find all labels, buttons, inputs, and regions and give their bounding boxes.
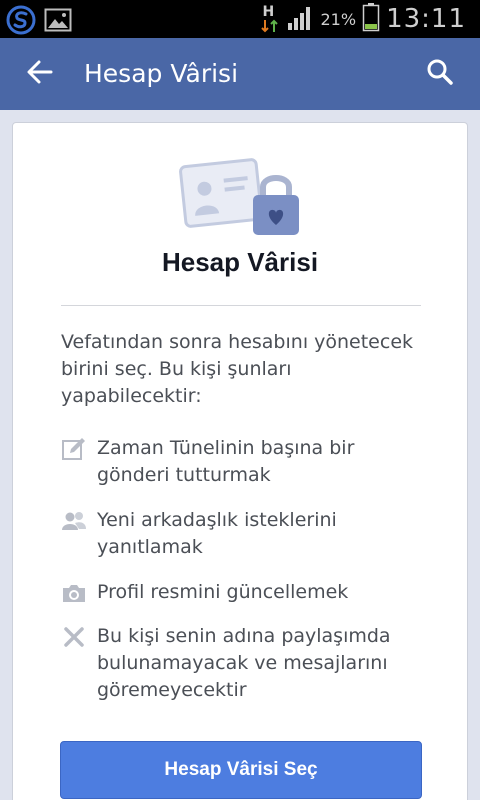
- feature-text: Profil resmini güncellemek: [97, 581, 349, 603]
- friends-icon: [61, 508, 87, 534]
- gallery-icon: [44, 7, 72, 37]
- choose-legacy-contact-button[interactable]: Hesap Vârisi Seç: [60, 741, 422, 799]
- signal-icon: [287, 3, 315, 35]
- battery-icon: [362, 2, 380, 36]
- feature-item: Yeni arkadaşlık isteklerini yanıtlamak: [61, 507, 431, 561]
- feature-text: Bu kişi senin adına paylaşımda bulunamay…: [97, 625, 391, 701]
- search-button[interactable]: [420, 54, 460, 94]
- search-icon: [426, 58, 454, 90]
- clock: 13:11: [386, 4, 466, 34]
- feature-text: Yeni arkadaşlık isteklerini yanıtlamak: [97, 509, 337, 558]
- x-icon: [61, 624, 87, 650]
- back-button[interactable]: [18, 54, 62, 94]
- edit-icon: [61, 436, 87, 462]
- legacy-contact-card: Hesap Vârisi Vefatından sonra hesabını y…: [12, 122, 468, 800]
- arrow-left-icon: [26, 58, 54, 90]
- app-bar: Hesap Vârisi: [0, 38, 480, 110]
- feature-item: Zaman Tünelinin başına bir gönderi tuttu…: [61, 435, 431, 489]
- divider: [61, 305, 421, 306]
- app-s-icon: [6, 5, 36, 39]
- battery-percent: 21%: [320, 9, 357, 29]
- legacy-contact-illustration-icon: [177, 155, 307, 241]
- card-title: Hesap Vârisi: [161, 247, 319, 277]
- feature-item: Bu kişi senin adına paylaşımda bulunamay…: [61, 623, 431, 704]
- feature-item: Profil resmini güncellemek: [61, 579, 431, 606]
- feature-text: Zaman Tünelinin başına bir gönderi tuttu…: [97, 437, 355, 486]
- intro-text: Vefatından sonra hesabını yönetecek biri…: [61, 331, 414, 407]
- network-type-icon: H: [260, 4, 281, 34]
- camera-icon: [61, 580, 87, 606]
- network-type-label: H: [262, 4, 275, 20]
- status-bar: H 21% 13:11: [0, 0, 480, 38]
- app-bar-title: Hesap Vârisi: [84, 59, 239, 88]
